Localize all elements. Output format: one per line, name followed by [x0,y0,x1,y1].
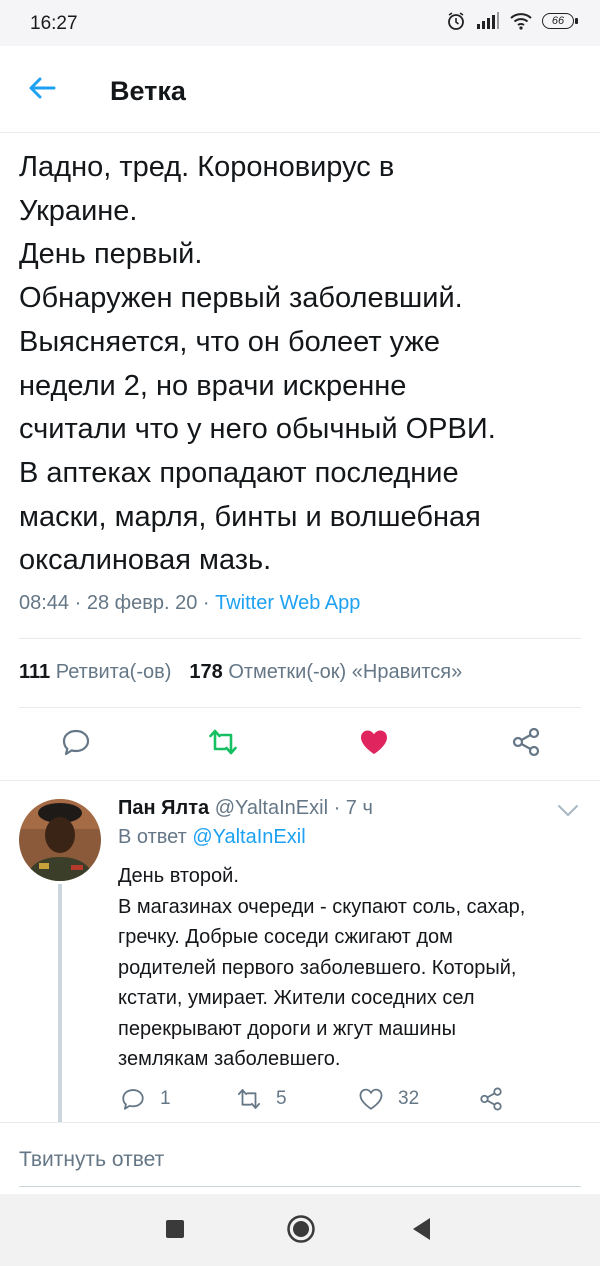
tweet-source-link[interactable]: Twitter Web App [215,592,360,614]
reply-likes-count: 32 [398,1088,420,1109]
tweet-time: 08:44 [19,592,70,614]
reply-text: День второй. В магазинах очереди - скупа… [118,865,526,1070]
status-time: 16:27 [30,13,78,34]
reply-replies-count: 1 [160,1088,171,1109]
retweet-icon [237,1089,261,1109]
tweet-date: 28 февр. 20 [86,592,198,614]
status-bar: 16:27 66 [0,0,600,46]
author-name[interactable]: Пан Ялта [118,797,209,819]
author-handle[interactable]: @YaltaInExil [215,797,328,819]
reply-icon [122,1089,144,1110]
reply-retweets-count: 5 [276,1088,287,1109]
page-title: Ветка [110,76,186,106]
back-arrow-icon[interactable] [26,72,58,104]
app-header: Ветка [0,46,600,133]
compose-underline [19,1186,581,1187]
share-icon [480,1087,502,1111]
retweets-count: 111 [19,661,51,683]
divider [19,707,581,708]
retweets-stat[interactable]: 111 Ретвита(-ов) [19,661,171,683]
chevron-down-icon[interactable] [556,800,580,820]
section-separator [0,1122,600,1123]
reply-retweet-button[interactable]: 5 [236,1085,287,1113]
reply-header: Пан Ялта @YaltaInExil · 7 ч [118,797,373,819]
section-separator [0,780,600,781]
compose-reply-input[interactable]: Твитнуть ответ [19,1148,164,1172]
reply-age: 7 ч [345,797,373,819]
likes-label: Отметки(-ок) «Нравится» [228,661,463,683]
likes-count: 178 [189,661,223,683]
heart-outline-icon [359,1088,383,1110]
thread-line [58,884,62,1122]
signal-icon [477,12,499,29]
system-nav-bar [0,1194,600,1266]
reply-icon[interactable] [60,726,92,758]
status-icons: 66 [446,11,578,31]
reply-share-button[interactable] [478,1085,504,1113]
tweet-stats: 111 Ретвита(-ов) 178 Отметки(-ок) «Нравит… [19,661,462,684]
reply-to-line: В ответ @YaltaInExil [118,826,306,849]
home-button[interactable] [286,1214,316,1244]
wifi-icon [510,13,532,30]
tweet-meta: 08:44 · 28 февр. 20 · Twitter Web App [19,592,361,614]
heart-icon[interactable] [358,726,390,758]
system-back-button[interactable] [410,1216,434,1242]
retweet-icon[interactable] [207,726,239,758]
reply-to-handle-link[interactable]: @YaltaInExil [192,826,305,848]
reply-like-button[interactable]: 32 [358,1085,419,1113]
tweet-actions [0,712,600,774]
avatar[interactable] [19,799,101,881]
retweets-label: Ретвита(-ов) [55,661,172,683]
divider [19,638,581,639]
battery-indicator: 66 [542,13,578,29]
reply-to-label: В ответ [118,826,187,848]
share-icon[interactable] [510,726,542,758]
reply-reply-button[interactable]: 1 [120,1085,171,1113]
recents-button[interactable] [166,1220,184,1238]
tweet-text: Ладно, тред. Короновирус в Украине. День… [19,151,496,577]
likes-stat[interactable]: 178 Отметки(-ок) «Нравится» [189,661,462,683]
alarm-icon [448,12,464,30]
